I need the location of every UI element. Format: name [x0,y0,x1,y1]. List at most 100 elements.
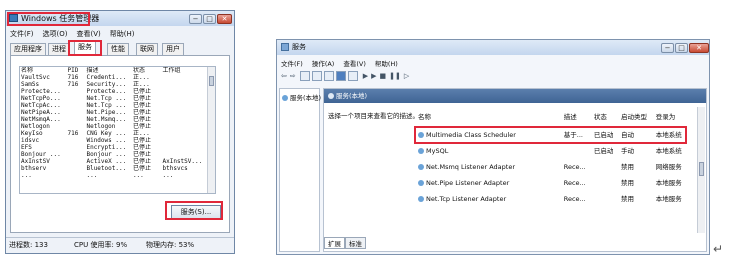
column-header-pid[interactable]: PID [66,67,85,74]
service-list-scrollbar[interactable] [697,107,705,233]
column-header-workgroup[interactable]: 工作组 [162,67,209,74]
cell-status: 已停止 [132,102,151,109]
cell-name: Net.Pipe Listener Adapter [416,175,562,191]
cell-startup: 手动 [620,147,634,155]
services-close-button[interactable]: ✕ [689,43,709,53]
tab-standard[interactable]: 标准 [345,237,366,249]
minimize-button[interactable]: − [189,14,202,24]
back-icon[interactable]: ⇦ [281,72,287,80]
services-minimize-button[interactable]: − [661,43,674,53]
column-header-description[interactable]: 描述 [562,107,592,127]
restart-icon[interactable]: ▷ [404,72,409,80]
table-row[interactable]: VaultSvc 716 Credenti... 正... [20,74,208,81]
service-row[interactable]: Net.Tcp Listener Adapter Rece... 禁用 本地服务 [416,191,700,207]
cell-description: Netlogon [86,123,116,130]
help-icon[interactable] [335,71,346,81]
cell-desc [562,143,592,159]
services-menu-view[interactable]: 查看(V) [343,60,366,68]
cell-description: Net.Msmq... [86,116,127,123]
tab-extended[interactable]: 扩展 [324,237,345,249]
tab-users[interactable]: 用户 [162,43,184,55]
table-row[interactable]: idsvc Windows ... 已停止 [20,137,208,144]
cell-description: Bonjour ... [86,151,127,158]
cell-workgroup [162,151,209,158]
cell-description: Net.Tcp ... [86,102,127,109]
menu-view[interactable]: 查看(V) [76,30,100,38]
table-row[interactable]: Netlogon Netlogon 已停止 [20,123,208,130]
cell-startup: 禁用 [620,179,634,187]
maximize-button[interactable]: □ [203,14,216,24]
process-list[interactable]: 名称 PID 描述 状态 工作组 VaultSvc 716 Credenti... 正… [19,66,216,194]
services-menu-file[interactable]: 文件(F) [281,60,303,68]
cell-status: 已停止 [132,95,151,102]
column-header-name[interactable]: 名称 ˄ [416,107,562,127]
refresh-icon[interactable] [311,71,322,81]
table-row[interactable]: Bonjour ... Bonjour ... 已停止 [20,151,208,158]
service-row[interactable]: Net.Pipe Listener Adapter Rece... 禁用 本地服务 [416,175,700,191]
tab-networking[interactable]: 联网 [136,43,158,55]
cell-description: Bluetoot... [86,165,127,172]
service-row[interactable]: MySQL 已启动 手动 本地系统 [416,143,700,159]
services-menu-action[interactable]: 操作(A) [312,60,335,68]
tree-item-services-local[interactable]: 服务(本地) [280,89,321,105]
service-name: Net.Msmq Listener Adapter [426,163,516,171]
column-header-status[interactable]: 状态 [592,107,619,127]
vertical-scrollbar[interactable] [207,67,215,193]
menu-help[interactable]: 帮助(H) [110,30,135,38]
cell-status: 已启动 [593,147,614,155]
export-list-icon[interactable] [323,71,334,81]
column-header-logon-as[interactable]: 登录为 [654,107,700,127]
forward-icon[interactable]: ⇨ [290,72,296,80]
cell-description: CNG Key ... [86,130,127,137]
task-manager-menu-bar: 文件(F) 选项(O) 查看(V) 帮助(H) [10,29,143,39]
table-row[interactable]: EFS Encrypti... 已停止 [20,144,208,151]
column-header-startup-type[interactable]: 启动类型 [619,107,654,127]
cell-name: NetPipeA... [21,109,61,116]
table-row[interactable]: SamSs 716 Security... 正... [20,81,208,88]
cell-status: 已停止 [132,123,151,130]
service-name: MySQL [426,147,449,155]
cell-description: ... [86,172,98,179]
column-header-description[interactable]: 描述 [85,67,131,74]
scrollbar-thumb[interactable] [699,162,704,176]
table-row[interactable]: NetMsmqA... Net.Msmq... 已停止 [20,116,208,123]
tab-performance[interactable]: 性能 [107,43,129,55]
cell-status: 已停止 [132,151,151,158]
table-row[interactable]: Protecte... Protecte... 已停止 [20,88,208,95]
cell-name: Net.Tcp Listener Adapter [416,191,562,207]
stop-icon[interactable]: ■ [380,72,387,80]
close-button[interactable]: ✕ [217,14,232,24]
column-header-name[interactable]: 名称 [20,67,66,74]
scrollbar-thumb[interactable] [209,76,214,86]
table-row[interactable]: NetTcpPo... Net.Tcp ... 已停止 [20,95,208,102]
start-icon[interactable]: ▶ [363,72,368,80]
sort-up-icon: ˄ [478,107,481,112]
cell-status: 已停止 [132,158,151,165]
play-icon[interactable]: ▶ [371,72,376,80]
services-maximize-button[interactable]: □ [675,43,688,53]
services-title-bar[interactable]: 服务 − □ ✕ [277,40,709,55]
cell-pid [66,151,85,158]
cell-description: Windows ... [86,137,127,144]
menu-file[interactable]: 文件(F) [10,30,34,38]
tab-applications[interactable]: 应用程序 [10,43,46,55]
table-row[interactable]: NetTcpAc... Net.Tcp ... 已停止 [20,102,208,109]
pause-icon[interactable]: ❚❚ [389,72,401,80]
service-row[interactable]: Net.Msmq Listener Adapter Rece... 禁用 网络服务 [416,159,700,175]
cell-name: idsvc [21,137,40,144]
table-row[interactable]: ............ [20,172,208,179]
cell-description: Encrypti... [86,144,127,151]
table-row[interactable]: NetPipeA... Net.Pipe... 已停止 [20,109,208,116]
show-console-tree-icon[interactable] [299,71,310,81]
menu-options[interactable]: 选项(O) [43,30,68,38]
table-row[interactable]: bthserv Bluetoot... 已停止 bthsvcs [20,165,208,172]
cell-status: 已停止 [132,137,151,144]
properties-icon[interactable] [347,71,358,81]
table-row[interactable]: AxInstSV ActiveX ... 已停止 AxInstSV... [20,158,208,165]
process-count: 进程数: 133 [9,241,48,249]
services-menu-help[interactable]: 帮助(H) [375,60,398,68]
cell-description: Net.Tcp ... [86,95,127,102]
tab-processes[interactable]: 进程 [48,43,70,55]
column-header-status[interactable]: 状态 [132,67,162,74]
table-row[interactable]: KeyIso 716 CNG Key ... 正... [20,130,208,137]
